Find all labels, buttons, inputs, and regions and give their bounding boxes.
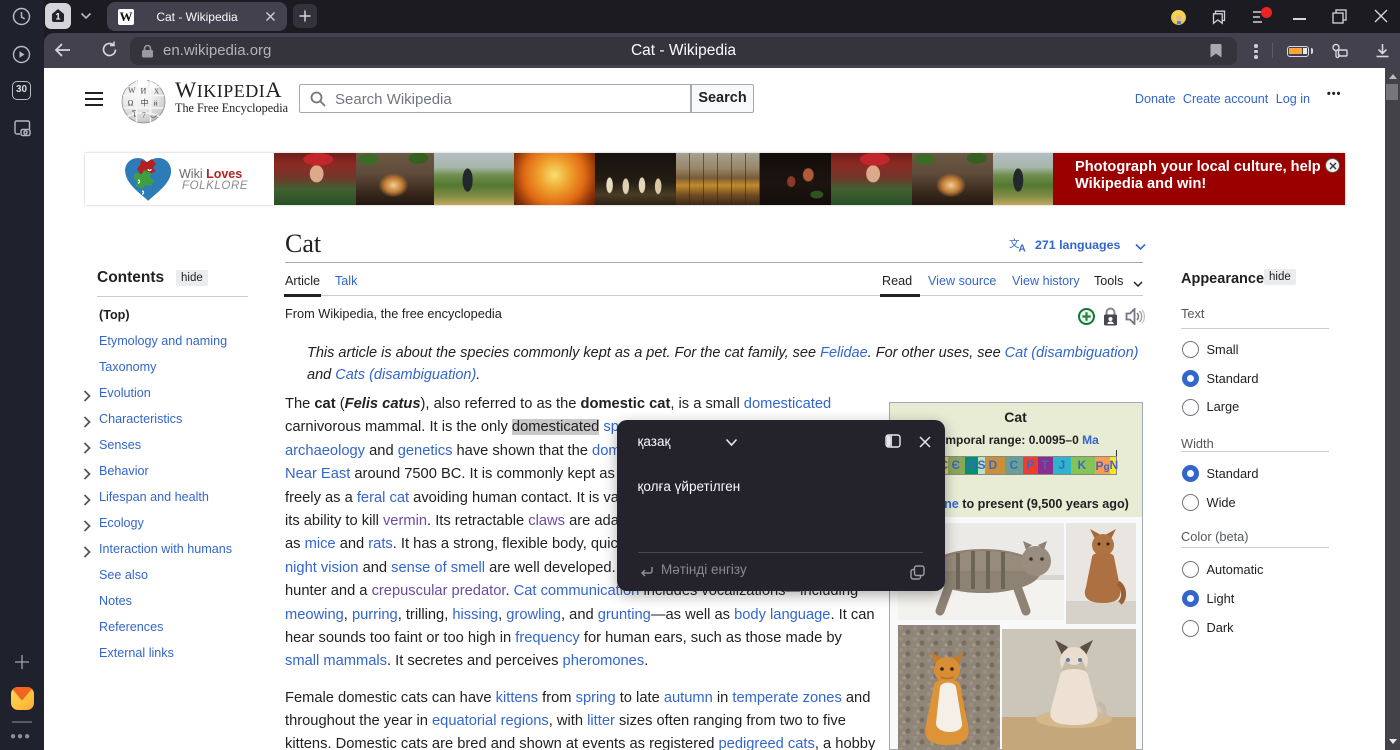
svg-text:โ: โ <box>132 110 136 119</box>
svg-text:Χ: Χ <box>154 88 159 96</box>
svg-text:ب: ب <box>150 111 157 120</box>
svg-text:1: 1 <box>55 12 60 22</box>
svg-text:й: й <box>154 99 158 108</box>
svg-text:W: W <box>128 86 136 95</box>
svg-text:中: 中 <box>141 98 149 108</box>
svg-text:И: И <box>141 87 147 96</box>
svg-text:7: 7 <box>142 111 146 120</box>
svg-text:Ω: Ω <box>128 99 134 108</box>
svg-text:A: A <box>1019 244 1026 253</box>
